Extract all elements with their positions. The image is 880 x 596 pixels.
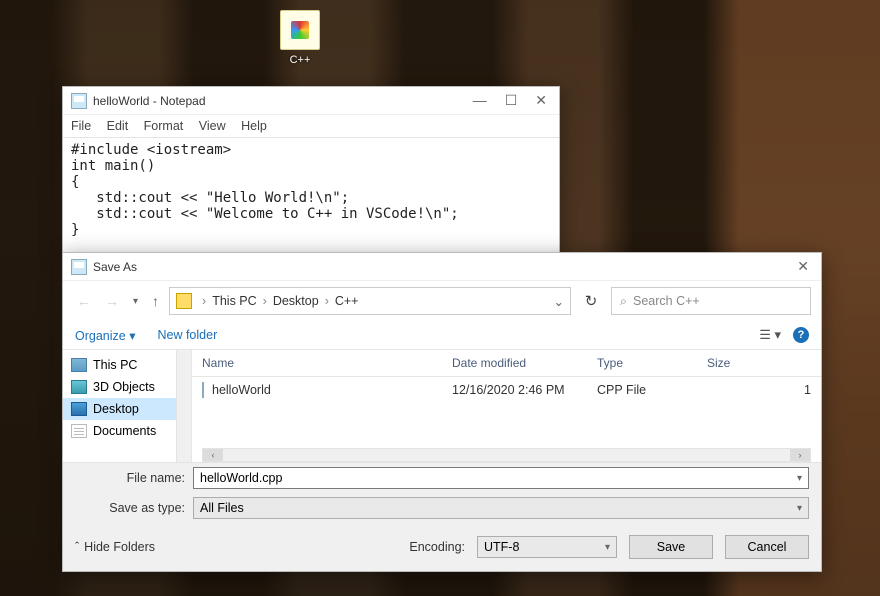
saveastype-combo[interactable]: All Files▾ <box>193 497 809 519</box>
newfolder-button[interactable]: New folder <box>157 328 217 342</box>
saveas-title: Save As <box>93 260 797 274</box>
h-scrollbar[interactable]: ‹› <box>202 448 811 462</box>
close-button[interactable]: ✕ <box>535 92 547 109</box>
pc-icon <box>71 358 87 372</box>
menu-file[interactable]: File <box>71 119 91 133</box>
close-button[interactable]: ✕ <box>797 258 809 275</box>
desktop-icon <box>71 402 87 416</box>
col-type[interactable]: Type <box>597 356 707 370</box>
tree-3dobjects[interactable]: 3D Objects <box>63 376 191 398</box>
col-name[interactable]: Name <box>202 356 452 370</box>
file-pane: This PC 3D Objects Desktop Documents Nam… <box>63 350 821 462</box>
saveas-dialog: Save As ✕ ← → ▾ ↑ › This PC › Desktop › … <box>62 252 822 572</box>
notepad-menubar: File Edit Format View Help <box>63 115 559 138</box>
view-button[interactable]: ☰ ▾ <box>759 327 781 343</box>
recent-button[interactable]: ▾ <box>129 294 142 309</box>
save-button[interactable]: Save <box>629 535 713 559</box>
back-button[interactable]: ← <box>73 291 95 311</box>
refresh-button[interactable]: ↻ <box>577 287 605 315</box>
toolbar: Organize ▾ New folder ☰ ▾ ? <box>63 321 821 350</box>
col-date[interactable]: Date modified <box>452 356 597 370</box>
file-row[interactable]: helloWorld 12/16/2020 2:46 PM CPP File 1 <box>192 377 821 403</box>
menu-view[interactable]: View <box>199 119 226 133</box>
crumb-thispc[interactable]: This PC <box>212 294 256 308</box>
chevron-up-icon: ˆ <box>75 540 79 554</box>
filename-label: File name: <box>75 471 185 485</box>
folder-icon <box>280 10 320 50</box>
hidefolders-button[interactable]: ˆHide Folders <box>75 540 155 554</box>
search-icon: ⌕ <box>620 294 627 309</box>
nav-tree: This PC 3D Objects Desktop Documents <box>63 350 191 462</box>
folder-icon <box>176 293 192 309</box>
notepad-icon <box>71 93 87 109</box>
chevron-down-icon[interactable]: ⌄ <box>554 294 564 309</box>
menu-format[interactable]: Format <box>144 119 184 133</box>
maximize-button[interactable]: ☐ <box>505 92 518 109</box>
filename-input[interactable]: helloWorld.cpp▾ <box>193 467 809 489</box>
menu-edit[interactable]: Edit <box>107 119 129 133</box>
encoding-combo[interactable]: UTF-8▾ <box>477 536 617 558</box>
saveastype-label: Save as type: <box>75 501 185 515</box>
saveas-titlebar[interactable]: Save As ✕ <box>63 253 821 281</box>
search-input[interactable]: ⌕ Search C++ <box>611 287 811 315</box>
notepad-editor[interactable]: #include <iostream> int main() { std::co… <box>63 138 559 242</box>
desktop-shortcut-cpp[interactable]: C++ <box>265 10 335 66</box>
notepad-titlebar[interactable]: helloWorld - Notepad — ☐ ✕ <box>63 87 559 115</box>
breadcrumb[interactable]: › This PC › Desktop › C++ ⌄ <box>169 287 571 315</box>
file-list: Name Date modified Type Size helloWorld … <box>191 350 821 462</box>
help-icon[interactable]: ? <box>793 327 809 343</box>
cancel-button[interactable]: Cancel <box>725 535 809 559</box>
tree-thispc[interactable]: This PC <box>63 354 191 376</box>
minimize-button[interactable]: — <box>473 92 487 109</box>
col-size[interactable]: Size <box>707 356 811 370</box>
notepad-title: helloWorld - Notepad <box>93 94 473 108</box>
menu-help[interactable]: Help <box>241 119 267 133</box>
tree-documents[interactable]: Documents <box>63 420 191 442</box>
encoding-label: Encoding: <box>409 540 465 554</box>
notepad-window: helloWorld - Notepad — ☐ ✕ File Edit For… <box>62 86 560 256</box>
up-button[interactable]: ↑ <box>148 291 163 311</box>
file-icon <box>202 382 204 398</box>
cube-icon <box>71 380 87 394</box>
document-icon <box>71 424 87 438</box>
search-placeholder: Search C++ <box>633 294 700 308</box>
forward-button[interactable]: → <box>101 291 123 311</box>
column-headers: Name Date modified Type Size <box>192 350 821 377</box>
crumb-cpp[interactable]: C++ <box>335 294 359 308</box>
tree-desktop[interactable]: Desktop <box>63 398 191 420</box>
nav-row: ← → ▾ ↑ › This PC › Desktop › C++ ⌄ ↻ ⌕ … <box>63 281 821 321</box>
footer: ˆHide Folders Encoding: UTF-8▾ Save Canc… <box>63 523 821 571</box>
organize-button[interactable]: Organize ▾ <box>75 328 135 343</box>
saveas-icon <box>71 259 87 275</box>
shortcut-label: C++ <box>265 54 335 66</box>
crumb-desktop[interactable]: Desktop <box>273 294 319 308</box>
